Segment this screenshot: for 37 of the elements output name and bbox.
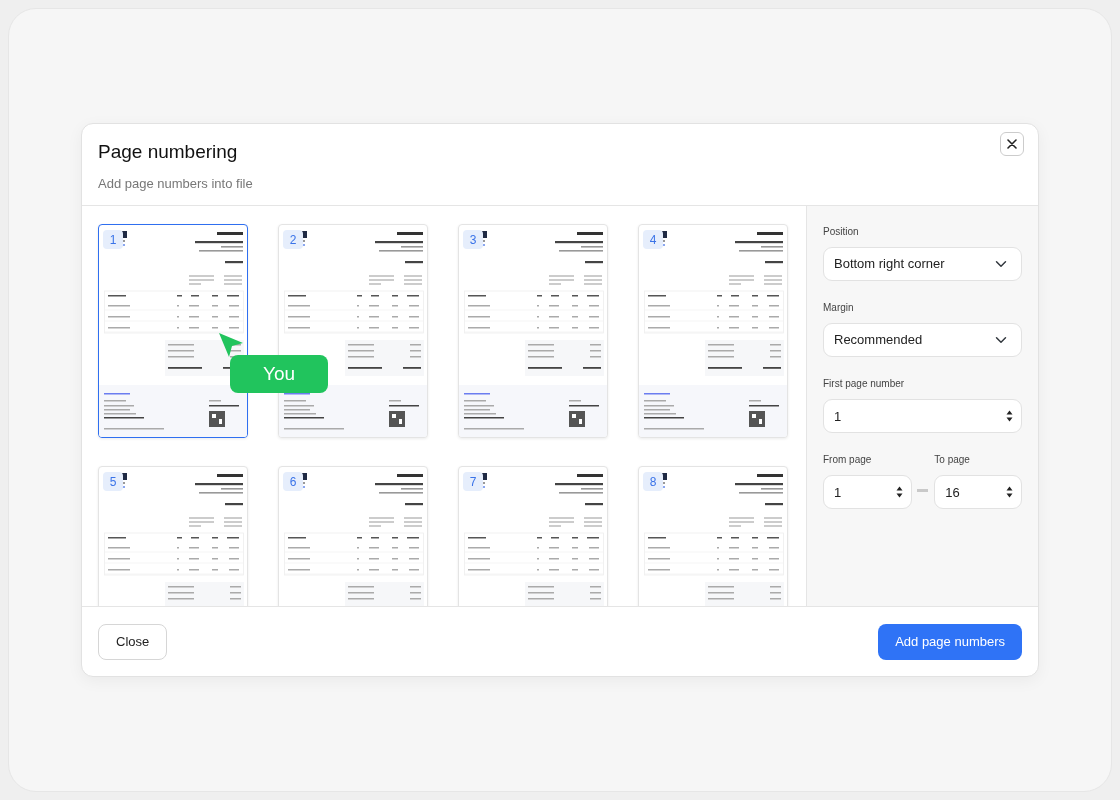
page-number-badge: 8 — [643, 472, 663, 491]
field-label: Margin — [823, 301, 855, 315]
page-thumbnail[interactable]: 5 — [98, 466, 248, 606]
to-page-field[interactable]: 16 — [934, 475, 1022, 509]
cursor-arrow-icon — [218, 332, 244, 358]
page-number-badge: 2 — [283, 230, 303, 249]
close-button[interactable]: Close — [98, 623, 168, 660]
field-label: Position — [823, 225, 860, 239]
page-thumbnail[interactable]: 8 — [638, 466, 788, 606]
spinner-arrows-icon — [1006, 410, 1013, 422]
first-page-number-field[interactable]: 1 — [823, 399, 1022, 433]
dialog-subtitle: Add page numbers into file — [98, 174, 253, 193]
add-page-numbers-button[interactable]: Add page numbers — [878, 623, 1022, 660]
range-dash-icon — [917, 489, 929, 492]
page-thumbnail[interactable]: 6 — [278, 466, 428, 606]
dialog-title: Page numbering — [98, 141, 239, 164]
page-number-badge: 5 — [103, 472, 123, 491]
field-label: From page — [823, 453, 873, 467]
close-icon — [1007, 139, 1017, 149]
spinner-arrows-icon — [895, 486, 903, 498]
position-select[interactable]: Bottom right corner — [823, 247, 1022, 281]
page-thumbnail[interactable]: 4 — [638, 224, 788, 438]
page-number-badge: 1 — [103, 230, 123, 249]
page-number-badge: 6 — [283, 472, 303, 491]
field-label: To page — [934, 453, 971, 467]
page-number-badge: 4 — [643, 230, 663, 249]
spinner-arrows-icon — [1006, 486, 1013, 498]
page-number-badge: 3 — [463, 230, 483, 249]
page-number-badge: 7 — [463, 472, 483, 491]
page-thumbnail[interactable]: 7 — [458, 466, 608, 606]
page-thumbnail[interactable]: 3 — [458, 224, 608, 438]
from-page-field[interactable]: 1 — [823, 475, 912, 509]
user-cursor-label: You — [230, 355, 328, 393]
margin-select[interactable]: Recommended — [823, 323, 1022, 357]
field-label: First page number — [823, 377, 906, 391]
close-button[interactable] — [1000, 132, 1024, 156]
page-thumbnail[interactable]: 1 — [98, 224, 248, 438]
